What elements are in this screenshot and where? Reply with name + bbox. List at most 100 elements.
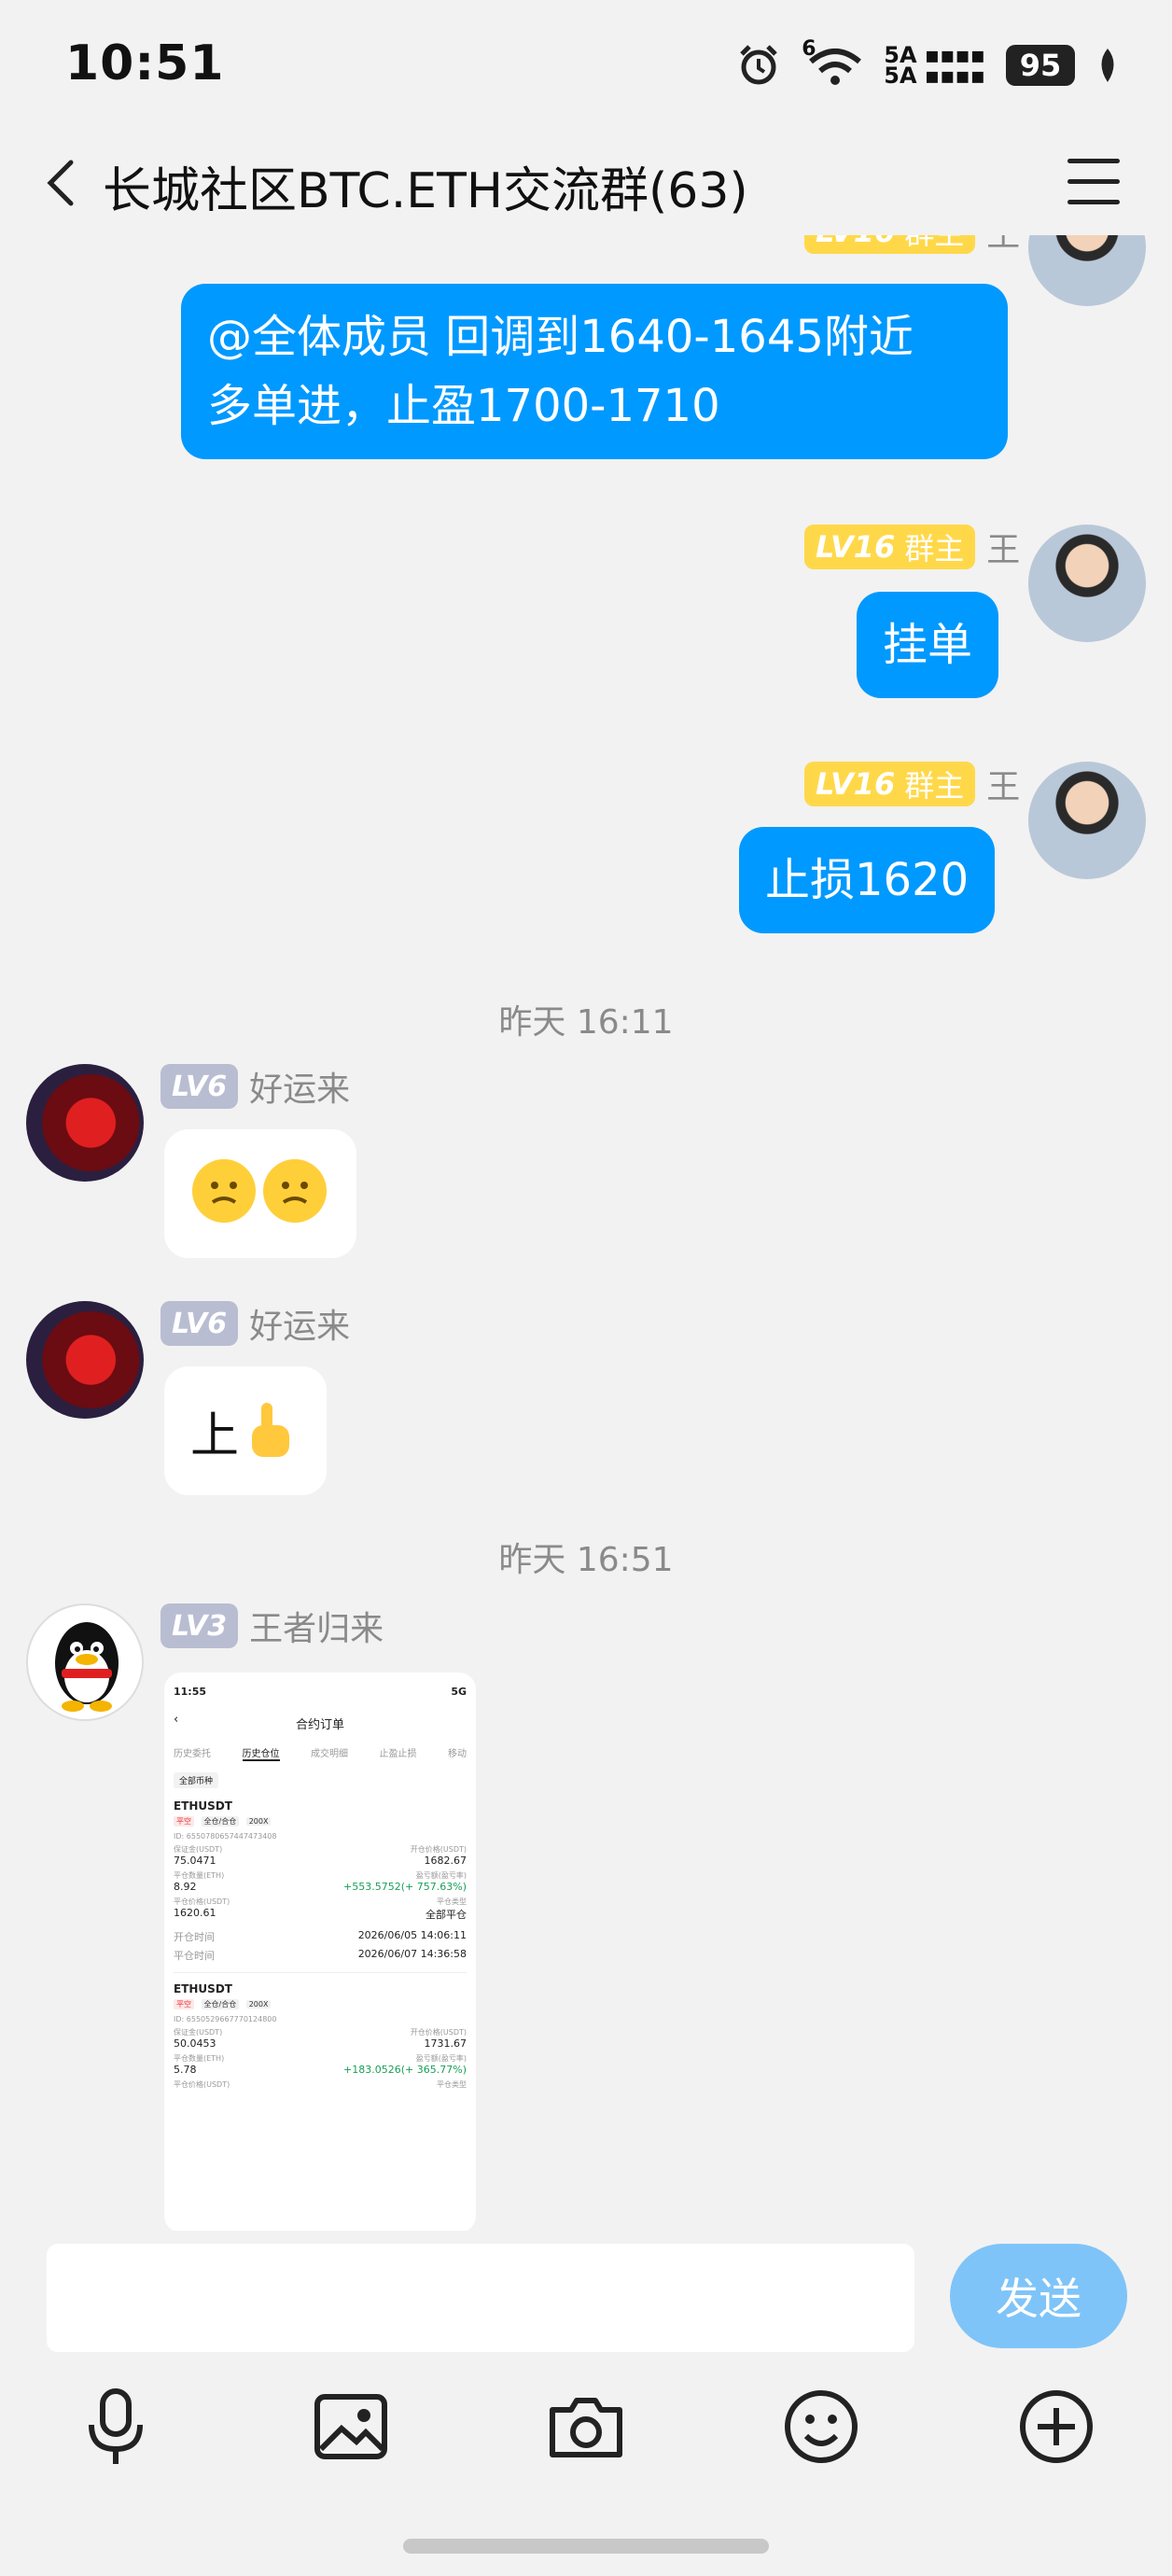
- message-input[interactable]: [47, 2244, 914, 2352]
- owner-role: 群主: [904, 531, 965, 567]
- plus-icon[interactable]: [1010, 2380, 1103, 2473]
- owner-level: LV16: [816, 766, 896, 802]
- shot-label: 平仓类型: [437, 2080, 467, 2089]
- status-bar: 10:51 6 5A ▪▪▪▪ 5A ▪▪▪▪ 95: [0, 0, 1172, 131]
- message-bubble[interactable]: @全体成员 回调到1640-1645附近 多单进，止盈1700-1710: [181, 284, 1008, 459]
- shot-label: 平仓数量(ETH): [174, 1871, 225, 1880]
- message-text: 挂单: [883, 619, 973, 671]
- leaf-icon: [1101, 49, 1114, 82]
- shot-value: 2026/06/07 14:36:58: [357, 1948, 467, 1960]
- message-bubble[interactable]: 挂单: [857, 592, 999, 698]
- sender-name: 王: [986, 235, 1020, 256]
- status-icons: 6 5A ▪▪▪▪ 5A ▪▪▪▪ 95: [736, 37, 1120, 91]
- sender-name: 好运来: [249, 1308, 351, 1346]
- level-badge: LV3: [160, 1603, 239, 1648]
- shot-value: 5.78: [174, 2064, 197, 2076]
- owner-badge: LV16 群主: [804, 525, 976, 569]
- shot-order-id: ID: 6550780657447473408: [174, 1832, 277, 1841]
- shot-label: 平仓数量(ETH): [174, 2054, 225, 2063]
- shot-label: 平仓价格(USDT): [174, 1897, 230, 1906]
- shot-value: 全部平仓: [426, 1909, 467, 1921]
- timestamp: 昨天 16:51: [498, 1541, 674, 1579]
- shot-label: 开仓价格(USDT): [410, 2028, 467, 2037]
- shot-time: 11:55: [174, 1686, 207, 1698]
- shot-status-bar: 11:55 5G: [174, 1686, 467, 1698]
- shot-order-tags: 平空 全仓/合仓 200X: [174, 1997, 467, 2009]
- chat-header: 长城社区BTC.ETH交流群(63): [0, 131, 1172, 235]
- battery-level: 95: [1019, 48, 1062, 83]
- shot-tab: 成交明细: [311, 1749, 348, 1759]
- shot-value: 75.0471: [174, 1855, 216, 1867]
- shot-label: 保证金(USDT): [174, 1845, 223, 1854]
- owner-level: LV16: [816, 235, 895, 249]
- level-badge: LV6: [160, 1064, 239, 1109]
- avatar[interactable]: [1028, 525, 1146, 642]
- input-bar: 发送: [0, 2231, 1172, 2576]
- shot-pnl: +183.0526(+ 365.77%): [343, 2064, 467, 2076]
- shot-tab: 历史委托: [174, 1749, 211, 1759]
- shot-label: 保证金(USDT): [174, 2028, 223, 2037]
- shot-label: 开仓价格(USDT): [410, 1845, 467, 1854]
- shot-label: 平仓类型: [437, 1897, 467, 1906]
- shot-order-id: ID: 6550529667770124800: [174, 2015, 277, 2023]
- shot-back-icon: ‹: [174, 1713, 179, 1727]
- shot-label: 盈亏额(盈亏率): [415, 1871, 467, 1880]
- shot-value: 8.92: [174, 1881, 197, 1893]
- sender-badge-row: LV16 群主 王: [804, 235, 1020, 256]
- sender-name: 王: [986, 531, 1021, 569]
- sender-name: 好运来: [249, 1071, 351, 1109]
- menu-icon[interactable]: [1067, 159, 1123, 205]
- shot-tag: 200X: [245, 2000, 272, 2009]
- emoji-icon: [192, 1159, 327, 1223]
- input-toolbar: [0, 2380, 1172, 2492]
- camera-icon[interactable]: [539, 2380, 633, 2473]
- image-message[interactable]: 11:55 5G ‹ 合约订单 历史委托 历史仓位 成交明细 止盈止损 移动 全…: [164, 1673, 476, 2231]
- shot-tag: 平空: [174, 1816, 194, 1827]
- message-text: 上: [190, 1407, 240, 1464]
- back-arrow-icon[interactable]: [37, 157, 90, 209]
- shot-tab: 移动: [448, 1749, 467, 1759]
- owner-role: 群主: [904, 768, 965, 804]
- shot-tag: 200X: [245, 1817, 272, 1826]
- sender-badge-row: LV16 群主 王: [804, 760, 1020, 808]
- owner-role: 群主: [904, 235, 964, 253]
- sender-badge-row: LV6 好运来: [160, 1062, 350, 1111]
- avatar[interactable]: [26, 1064, 144, 1182]
- shot-value: 1682.67: [424, 1855, 467, 1867]
- avatar[interactable]: [1028, 762, 1146, 879]
- message-bubble[interactable]: 上: [164, 1366, 327, 1495]
- sender-badge-row: LV16 群主 王: [804, 523, 1020, 571]
- shot-pnl: +553.5752(+ 757.63%): [343, 1881, 467, 1893]
- image-icon[interactable]: [304, 2380, 398, 2473]
- wifi-icon: 6: [802, 37, 863, 88]
- shot-value: 50.0453: [174, 2037, 216, 2050]
- shot-title-bar: ‹ 合约订单: [174, 1713, 467, 1732]
- shot-label: 盈亏额(盈亏率): [415, 2054, 467, 2063]
- shot-label: 平仓时间: [174, 1950, 215, 1962]
- battery-indicator: 95: [1006, 45, 1075, 86]
- sender-name: 王者归来: [249, 1610, 384, 1648]
- shot-network: 5G: [451, 1686, 467, 1698]
- owner-badge: LV16 群主: [804, 762, 976, 806]
- shot-tab-active: 历史仓位: [242, 1745, 280, 1761]
- avatar[interactable]: [1028, 235, 1146, 306]
- status-time: 10:51: [65, 35, 225, 91]
- timestamp: 昨天 16:11: [498, 1003, 674, 1042]
- microphone-icon[interactable]: [69, 2380, 162, 2473]
- shot-tabs: 历史委托 历史仓位 成交明细 止盈止损 移动: [174, 1745, 467, 1761]
- home-indicator[interactable]: [403, 2539, 769, 2554]
- level-badge: LV6: [160, 1301, 239, 1346]
- chat-area[interactable]: LV16 群主 王 @全体成员 回调到1640-1645附近 多单进，止盈170…: [0, 235, 1172, 2231]
- wifi-badge: 6: [802, 37, 816, 61]
- shot-tag: 全仓/合仓: [201, 1816, 240, 1827]
- shot-order-symbol: ETHUSDT: [174, 1799, 232, 1813]
- shot-label: 平仓价格(USDT): [174, 2080, 230, 2089]
- avatar[interactable]: [26, 1603, 144, 1721]
- avatar[interactable]: [26, 1301, 144, 1419]
- shot-value: 1620.61: [174, 1907, 216, 1919]
- message-bubble[interactable]: [164, 1129, 356, 1258]
- send-button[interactable]: 发送: [950, 2244, 1127, 2348]
- sender-badge-row: LV6 好运来: [160, 1299, 350, 1348]
- emoji-icon[interactable]: [774, 2380, 868, 2473]
- message-bubble[interactable]: 止损1620: [739, 827, 996, 933]
